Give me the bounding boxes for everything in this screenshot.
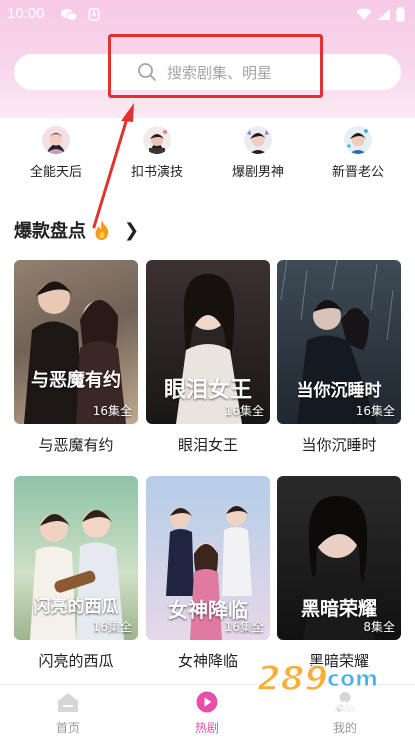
category-item[interactable]: 新晋老公 — [308, 126, 408, 180]
category-item[interactable]: 爆剧男神 — [208, 126, 308, 180]
episode-count: 16集全 — [355, 404, 395, 418]
tab-hot-dramas[interactable]: 热剧 — [167, 691, 247, 736]
tab-label: 首页 — [55, 721, 80, 735]
tab-label: 热剧 — [194, 721, 219, 735]
episode-count: 16集全 — [92, 620, 132, 634]
category-label: 新晋老公 — [331, 165, 384, 180]
watermark-text: 手游网 — [321, 700, 372, 721]
poster-image — [14, 260, 138, 424]
episode-count: 16集全 — [92, 404, 132, 418]
section-more-chevron-icon[interactable]: ❯ — [124, 220, 139, 241]
battery-icon — [396, 7, 405, 22]
category-label: 全能天后 — [29, 165, 82, 180]
drama-card[interactable]: 与恶魔有约 16集全 — [14, 260, 138, 424]
annotation-highlight-box — [108, 34, 323, 98]
drama-name[interactable]: 闪亮的西瓜 — [14, 650, 138, 671]
notification-icon — [88, 8, 100, 21]
svg-text:289: 289 — [257, 659, 328, 699]
poster-title: 当你沉睡时 — [296, 381, 382, 401]
episode-count: 16集全 — [224, 404, 264, 418]
poster-title: 黑暗荣耀 — [300, 598, 377, 620]
tab-home[interactable]: 首页 — [28, 691, 108, 736]
status-time: 10:00 — [7, 5, 45, 22]
drama-name[interactable]: 眼泪女王 — [146, 434, 270, 455]
drama-name[interactable]: 当你沉睡时 — [277, 434, 401, 455]
episode-count: 16集全 — [224, 620, 264, 634]
drama-card[interactable]: 当你沉睡时 16集全 — [277, 260, 401, 424]
poster-title: 闪亮的西瓜 — [33, 597, 119, 617]
system-icons — [356, 7, 405, 22]
drama-name[interactable]: 女神降临 — [146, 650, 270, 671]
category-item[interactable]: 扣书演技 — [107, 126, 207, 180]
wechat-icon — [61, 8, 78, 21]
svg-text:com: com — [327, 667, 378, 692]
section-title: 爆款盘点 — [14, 221, 86, 242]
category-label: 爆剧男神 — [231, 165, 284, 180]
drama-card[interactable]: 眼泪女王 16集全 — [146, 260, 270, 424]
drama-card[interactable]: 闪亮的西瓜 16集全 — [14, 476, 138, 640]
site-watermark-logo: 289 com 手游网 — [256, 658, 378, 721]
avatar — [143, 126, 171, 154]
episode-count: 8集全 — [363, 620, 395, 634]
status-bar: 10:00 — [0, 0, 415, 30]
avatar — [42, 126, 70, 154]
poster-title: 与恶魔有约 — [31, 370, 121, 391]
category-item[interactable]: 全能天后 — [6, 126, 106, 180]
category-label: 扣书演技 — [130, 165, 183, 180]
play-icon — [196, 691, 218, 713]
fire-icon — [95, 220, 109, 240]
avatar — [244, 126, 272, 154]
avatar — [344, 126, 372, 154]
signal-icon — [378, 9, 390, 20]
drama-card[interactable]: 女神降临 16集全 — [146, 476, 270, 640]
drama-card[interactable]: 黑暗荣耀 8集全 — [277, 476, 401, 640]
home-icon — [58, 693, 78, 712]
poster-title: 眼泪女王 — [163, 377, 252, 403]
drama-name[interactable]: 与恶魔有约 — [14, 434, 138, 455]
wifi-icon — [356, 8, 372, 20]
